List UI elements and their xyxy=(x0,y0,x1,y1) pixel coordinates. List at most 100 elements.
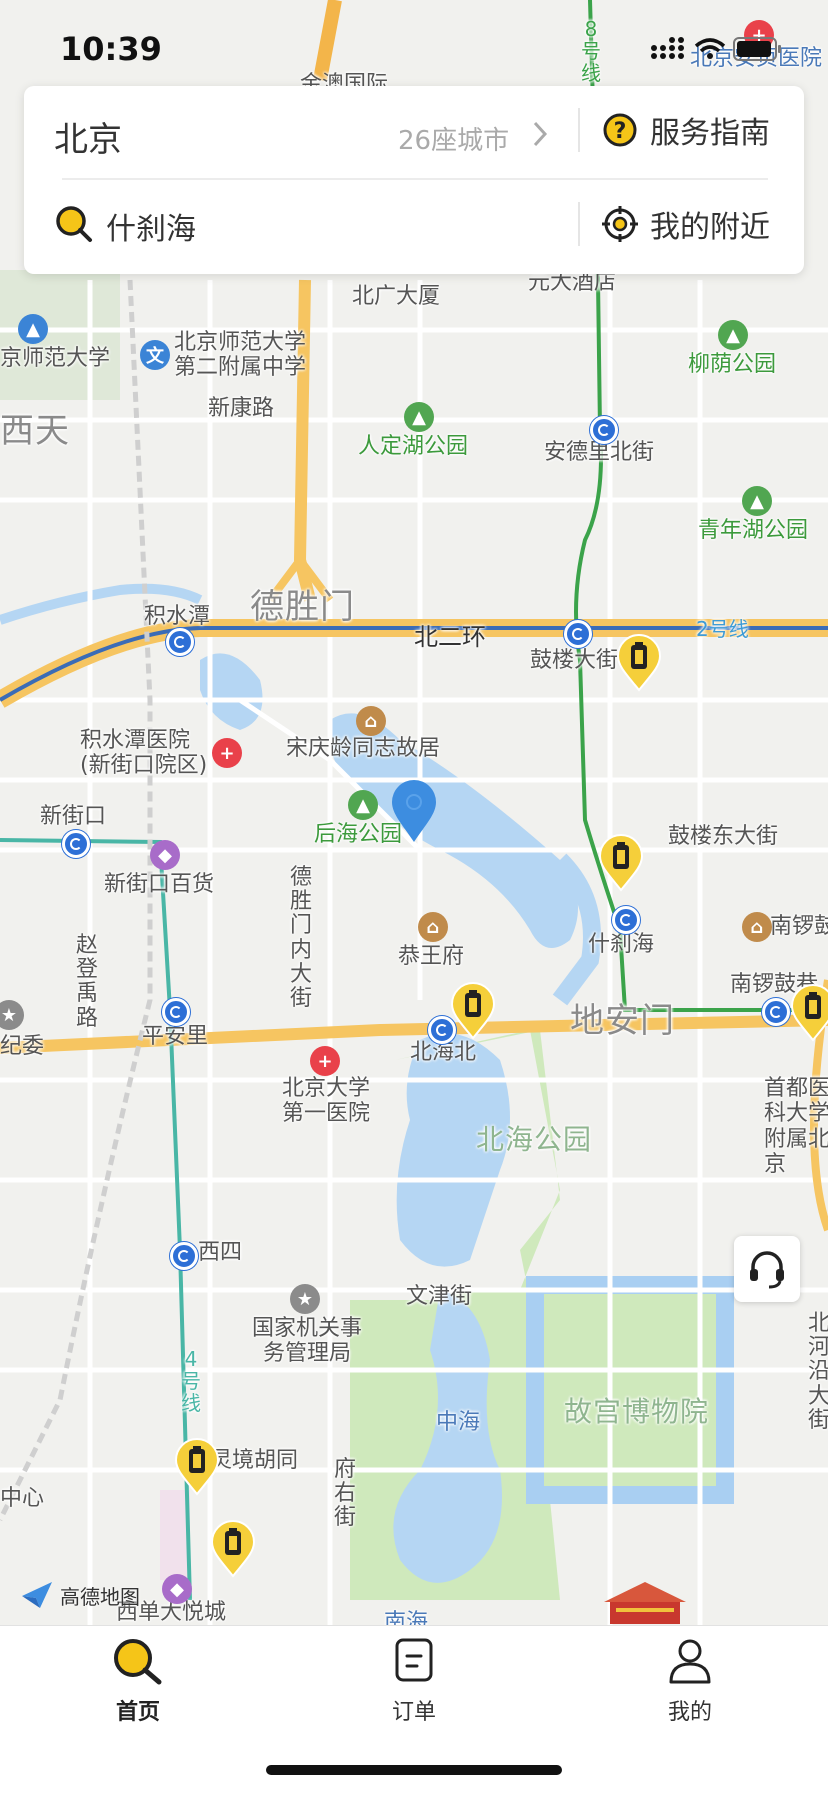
search-input[interactable]: 什刹海 xyxy=(106,204,196,248)
map-label-deshengmen: 德胜门 xyxy=(250,587,355,627)
help-icon: ? xyxy=(603,113,637,147)
divider xyxy=(578,108,580,152)
map-label-beiheyan: 北河沿大街 xyxy=(807,1311,828,1433)
map-label-line8: 8号线 xyxy=(581,17,601,85)
station-pin-icon[interactable] xyxy=(616,634,662,692)
city-count[interactable]: 26座城市 xyxy=(398,120,509,157)
metro-station-icon[interactable] xyxy=(590,416,618,444)
search-card: 北京 26座城市 ? 服务指南 什刹海 我的附近 xyxy=(24,86,804,274)
map-label-jstyy: 积水潭医院(新街口院区) xyxy=(80,728,208,779)
map-label-shichahai: 什刹海 xyxy=(588,932,655,957)
station-pin-icon[interactable] xyxy=(790,984,828,1042)
map-label-pku1: 北京大学第一医院 xyxy=(281,1076,370,1127)
battery-icon xyxy=(733,37,781,61)
map-label-xjkbh: 新街口百货 xyxy=(104,872,215,897)
map-label-lingjing: 灵境胡同 xyxy=(210,1448,299,1473)
school-icon: 文 xyxy=(140,340,170,370)
tab-home-label: 首页 xyxy=(115,1700,160,1725)
metro-station-icon[interactable] xyxy=(62,830,90,858)
map-label-houhai: 后海公园 xyxy=(314,822,403,847)
metro-station-icon[interactable] xyxy=(166,628,194,656)
service-guide-button[interactable]: ? 服务指南 xyxy=(602,108,770,152)
map-label-pinganli: 平安里 xyxy=(142,1024,209,1049)
park-icon: ▲ xyxy=(718,320,748,350)
map-label-zhonghai: 中海 xyxy=(436,1410,481,1435)
tab-profile[interactable]: 我的 xyxy=(590,1636,790,1726)
headset-icon xyxy=(750,1251,784,1289)
map-label-beihaipark: 北海公园 xyxy=(476,1123,593,1156)
search-icon xyxy=(56,206,92,242)
map-label-nanluo: 南锣鼓巷 xyxy=(770,914,828,939)
home-indicator xyxy=(266,1765,562,1775)
nearby-button[interactable]: 我的附近 xyxy=(602,202,770,246)
map-label-beiguang: 北广大厦 xyxy=(352,284,441,309)
park-icon: ▲ xyxy=(404,402,434,432)
metro-station-icon[interactable] xyxy=(762,998,790,1026)
metro-station-icon[interactable] xyxy=(170,1242,198,1270)
map-label-andelibei: 安德里北街 xyxy=(544,440,655,465)
tab-home[interactable]: 首页 xyxy=(38,1636,238,1726)
location-pin-icon[interactable] xyxy=(390,780,438,844)
tab-orders[interactable]: 订单 xyxy=(314,1636,514,1726)
map-label-gugong: 故宫博物院 xyxy=(564,1395,710,1428)
map-label-bnu: 京师范大学 xyxy=(0,346,111,371)
map-label-dsmn: 德胜门内大街 xyxy=(289,865,312,1011)
amap-logo-icon xyxy=(22,1582,52,1608)
map-label-qingnianhu: 青年湖公园 xyxy=(698,518,809,543)
city-selector[interactable]: 北京 xyxy=(54,112,122,161)
chevron-right-icon[interactable] xyxy=(532,120,548,148)
map-label-jishuitan: 积水潭 xyxy=(144,604,211,629)
map-label-line4: 4号线 xyxy=(181,1347,201,1415)
map-label-guojiju: 国家机关事务管理局 xyxy=(251,1316,362,1367)
hospital-icon: + xyxy=(212,738,242,768)
metro-station-icon[interactable] xyxy=(162,998,190,1026)
map-label-shoudu: 首都医科大学附属北京 xyxy=(764,1076,828,1177)
map-label-songqingling: 宋庆龄同志故居 xyxy=(286,736,441,761)
museum-icon: ⌂ xyxy=(418,912,448,942)
customer-service-button[interactable] xyxy=(734,1236,800,1302)
service-guide-label: 服务指南 xyxy=(650,116,770,151)
tab-orders-label: 订单 xyxy=(391,1700,436,1725)
map-label-line2: 2号线 xyxy=(696,617,749,641)
map-label-guloudong: 鼓楼东大街 xyxy=(668,824,779,849)
map-label-guloudajie: 鼓楼大街 xyxy=(530,648,619,673)
hospital-icon: + xyxy=(310,1046,340,1076)
station-pin-icon[interactable] xyxy=(450,982,496,1040)
locate-icon xyxy=(602,206,638,242)
status-icons xyxy=(651,37,781,61)
school-icon: ▲ xyxy=(18,314,48,344)
station-pin-icon[interactable] xyxy=(174,1438,220,1496)
map-label-zhongxin: 中心 xyxy=(0,1486,45,1511)
metro-station-icon[interactable] xyxy=(564,620,592,648)
status-time: 10:39 xyxy=(60,30,162,68)
attribution-text: 高德地图 xyxy=(60,1584,140,1609)
station-pin-icon[interactable] xyxy=(598,834,644,892)
museum-icon: ⌂ xyxy=(742,912,772,942)
map-label-dianmen: 地安门 xyxy=(570,1001,675,1041)
metro-station-icon[interactable] xyxy=(612,906,640,934)
shopping-icon: ◆ xyxy=(162,1574,192,1604)
map-label-liuyin: 柳荫公园 xyxy=(688,352,777,377)
map-label-fuyou: 府右街 xyxy=(333,1457,356,1531)
map-label-xisi: 西四 xyxy=(198,1240,243,1265)
map-label-zhaodeng: 赵登禹路 xyxy=(75,933,98,1031)
order-icon xyxy=(395,1638,433,1682)
city-row: 北京 26座城市 ? 服务指南 xyxy=(24,86,804,174)
search-icon xyxy=(114,1639,162,1685)
shopping-icon: ◆ xyxy=(150,840,180,870)
park-icon: ▲ xyxy=(348,790,378,820)
map-label-gongwangfu: 恭王府 xyxy=(398,944,465,969)
divider xyxy=(62,178,768,180)
park-icon: ▲ xyxy=(742,486,772,516)
nearby-label: 我的附近 xyxy=(650,210,770,245)
map-label-wenjin: 文津街 xyxy=(406,1284,473,1309)
government-icon: ★ xyxy=(290,1284,320,1314)
profile-icon xyxy=(669,1639,711,1684)
map-label-beierhuan: 北二环 xyxy=(414,623,486,651)
svg-text:?: ? xyxy=(614,119,627,144)
wifi-icon xyxy=(694,38,726,59)
map-label-rendinghu: 人定湖公园 xyxy=(358,434,469,459)
signal-icon xyxy=(651,37,684,59)
station-pin-icon[interactable] xyxy=(210,1520,256,1578)
map-label-bnu2: 北京师范大学第二附属中学 xyxy=(174,330,307,381)
